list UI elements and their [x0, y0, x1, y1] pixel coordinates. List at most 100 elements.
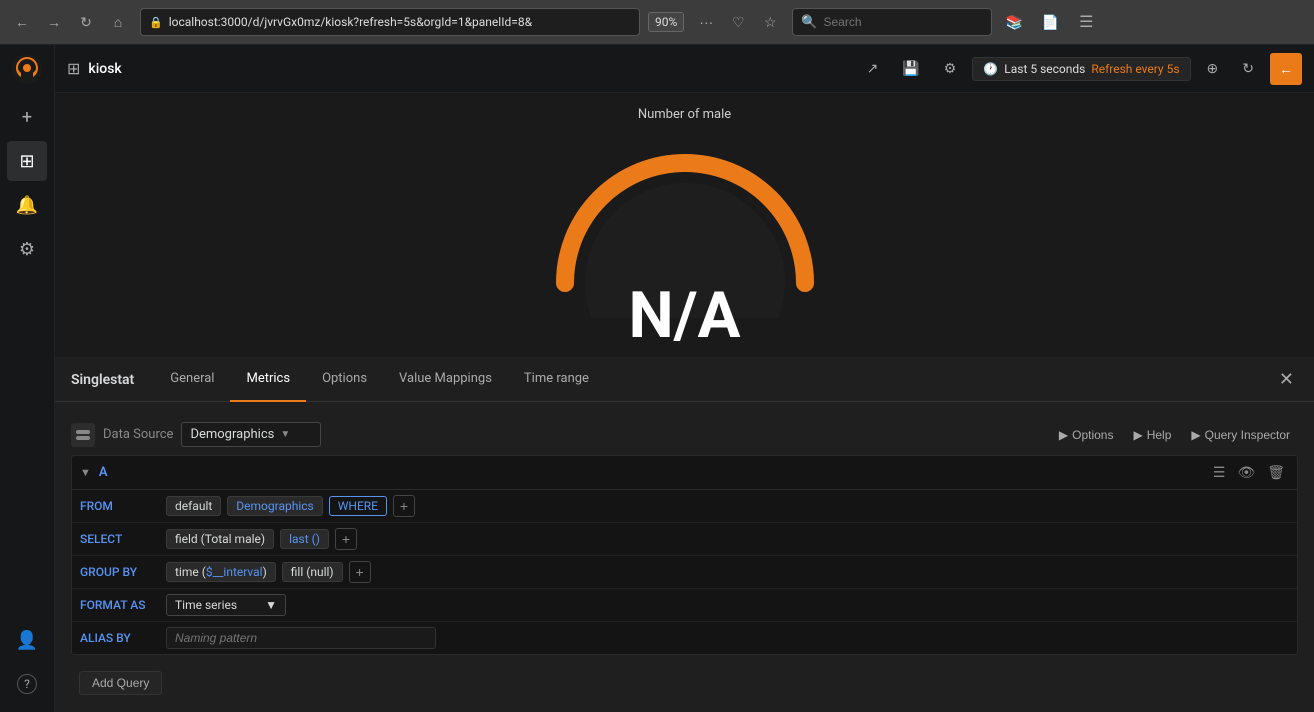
datasource-row: Data Source Demographics ▼ ▶ Options ▶ H… — [71, 414, 1298, 455]
help-label: Help — [1147, 428, 1172, 442]
time-range-control[interactable]: 🕐 Last 5 seconds Refresh every 5s — [972, 57, 1190, 81]
reload-button[interactable]: ↻ — [72, 8, 100, 36]
group-by-time-tag[interactable]: time ($__interval) — [166, 562, 276, 582]
query-select-row: SELECT field (Total male) last () + — [72, 523, 1297, 556]
sidebar-item-alerting[interactable]: 🔔 — [7, 185, 47, 225]
menu-dots-button[interactable]: ··· — [692, 8, 720, 36]
bell-icon: 🔔 — [16, 195, 38, 216]
datasource-value: Demographics — [190, 427, 274, 442]
query-alias-row: ALIAS BY — [72, 622, 1297, 654]
save-button[interactable]: 💾 — [894, 56, 927, 81]
browser-nav-buttons: ← → ↻ ⌂ — [8, 8, 132, 36]
lock-icon: 🔒 — [149, 16, 163, 29]
inspector-caret-icon: ▶ — [1191, 428, 1200, 442]
plus-icon: + — [22, 107, 32, 128]
query-duplicate-button[interactable]: ☰ — [1209, 462, 1230, 483]
tab-general[interactable]: General — [154, 358, 230, 402]
sidebar-item-help[interactable]: ? — [7, 664, 47, 704]
zoom-badge: 90% — [648, 12, 684, 32]
topbar-actions: ↗ 💾 ⚙ 🕐 Last 5 seconds Refresh every 5s … — [859, 53, 1302, 85]
home-button[interactable]: ⌂ — [104, 8, 132, 36]
share-button[interactable]: ↗ — [859, 56, 887, 81]
tab-options[interactable]: Options — [306, 358, 383, 402]
back-button[interactable]: ← — [8, 8, 36, 36]
format-caret-icon: ▼ — [265, 598, 277, 612]
refresh-button[interactable]: ↻ — [1234, 56, 1262, 81]
sidebar-item-profile[interactable]: 👤 — [7, 620, 47, 660]
forward-button[interactable]: → — [40, 8, 68, 36]
help-toggle-button[interactable]: ▶ Help — [1125, 424, 1179, 446]
user-icon: 👤 — [16, 630, 38, 651]
tab-time-range[interactable]: Time range — [508, 358, 605, 402]
browser-chrome: ← → ↻ ⌂ 🔒 localhost:3000/d/jvrvGx0mz/kio… — [0, 0, 1314, 45]
add-select-button[interactable]: + — [335, 528, 357, 550]
where-tag[interactable]: WHERE — [329, 496, 387, 516]
from-table-tag[interactable]: Demographics — [227, 496, 322, 516]
query-block-header: ▼ A ☰ 👁 🗑 — [72, 456, 1297, 490]
group-by-interval: $__interval — [206, 565, 263, 579]
search-input[interactable] — [823, 15, 983, 29]
gear-icon: ⚙ — [19, 239, 35, 260]
group-by-close: ) — [263, 565, 267, 579]
datasource-label: Data Source — [103, 427, 173, 442]
settings-button[interactable]: ⚙ — [936, 56, 965, 81]
sidebar-item-create[interactable]: + — [7, 97, 47, 137]
help-icon: ? — [17, 674, 37, 694]
duplicate-icon: ☰ — [1213, 464, 1226, 480]
star-button[interactable]: ☆ — [756, 8, 784, 36]
datasource-dropdown[interactable]: Demographics ▼ — [181, 422, 321, 447]
panel-editor-header: Singlestat General Metrics Options Value… — [55, 358, 1314, 402]
browser-search-bar[interactable]: 🔍 — [792, 8, 992, 36]
hamburger-button[interactable]: ☰ — [1072, 8, 1100, 36]
query-collapse-toggle[interactable]: ▼ — [80, 466, 91, 479]
reader-button[interactable]: 📄 — [1036, 8, 1064, 36]
panel-type-label: Singlestat — [71, 372, 134, 388]
time-label: Last 5 seconds — [1004, 62, 1085, 76]
sidebar-item-configuration[interactable]: ⚙ — [7, 229, 47, 269]
close-editor-button[interactable]: ✕ — [1275, 365, 1298, 394]
select-field-tag[interactable]: field (Total male) — [166, 529, 274, 549]
format-as-dropdown[interactable]: Time series ▼ — [166, 594, 286, 616]
query-delete-button[interactable]: 🗑 — [1263, 462, 1289, 483]
alias-by-label: ALIAS BY — [80, 631, 160, 645]
options-toggle-button[interactable]: ▶ Options — [1051, 424, 1122, 446]
grafana-logo[interactable] — [11, 53, 43, 85]
add-query-label: Add Query — [92, 676, 149, 690]
dropdown-caret-icon: ▼ — [280, 429, 290, 440]
browser-actions: ··· ♡ ☆ — [692, 8, 784, 36]
gauge-value: N/A — [629, 278, 741, 353]
add-query-button[interactable]: Add Query — [79, 671, 162, 695]
alias-input[interactable] — [166, 627, 436, 649]
gauge-container: N/A — [535, 118, 835, 353]
query-inspector-button[interactable]: ▶ Query Inspector — [1183, 424, 1298, 446]
clock-icon: 🕐 — [983, 62, 998, 76]
fill-tag[interactable]: fill (null) — [282, 562, 343, 582]
trash-icon: 🗑 — [1267, 464, 1285, 480]
query-editor-content: Data Source Demographics ▼ ▶ Options ▶ H… — [55, 402, 1314, 712]
query-action-buttons: ☰ 👁 🗑 — [1209, 462, 1289, 483]
format-as-label: FORMAT AS — [80, 598, 160, 612]
sidebar-item-dashboards[interactable]: ⊞ — [7, 141, 47, 181]
query-visibility-button[interactable]: 👁 — [1233, 462, 1259, 483]
help-caret-icon: ▶ — [1133, 428, 1142, 442]
zoom-button[interactable]: ⊕ — [1199, 56, 1227, 81]
group-by-label: GROUP BY — [80, 565, 160, 579]
panel-editor: Singlestat General Metrics Options Value… — [55, 358, 1314, 712]
library-button[interactable]: 📚 — [1000, 8, 1028, 36]
tab-value-mappings[interactable]: Value Mappings — [383, 358, 508, 402]
eye-icon: 👁 — [1237, 464, 1255, 480]
search-icon: 🔍 — [801, 15, 817, 30]
add-group-button[interactable]: + — [349, 561, 371, 583]
back-to-dashboard-button[interactable]: ← — [1270, 53, 1302, 85]
topbar: ⊞ kiosk ↗ 💾 ⚙ 🕐 Last 5 seconds Refresh e… — [55, 45, 1314, 93]
from-db-tag[interactable]: default — [166, 496, 221, 516]
query-group-by-row: GROUP BY time ($__interval) fill (null) … — [72, 556, 1297, 589]
tab-metrics[interactable]: Metrics — [230, 358, 306, 402]
query-block-a: ▼ A ☰ 👁 🗑 — [71, 455, 1298, 655]
address-bar[interactable]: 🔒 localhost:3000/d/jvrvGx0mz/kiosk?refre… — [140, 8, 640, 36]
add-where-button[interactable]: + — [393, 495, 415, 517]
select-fn-tag[interactable]: last () — [280, 529, 329, 549]
select-label: SELECT — [80, 532, 160, 546]
options-caret-icon: ▶ — [1059, 428, 1068, 442]
bookmark-button[interactable]: ♡ — [724, 8, 752, 36]
